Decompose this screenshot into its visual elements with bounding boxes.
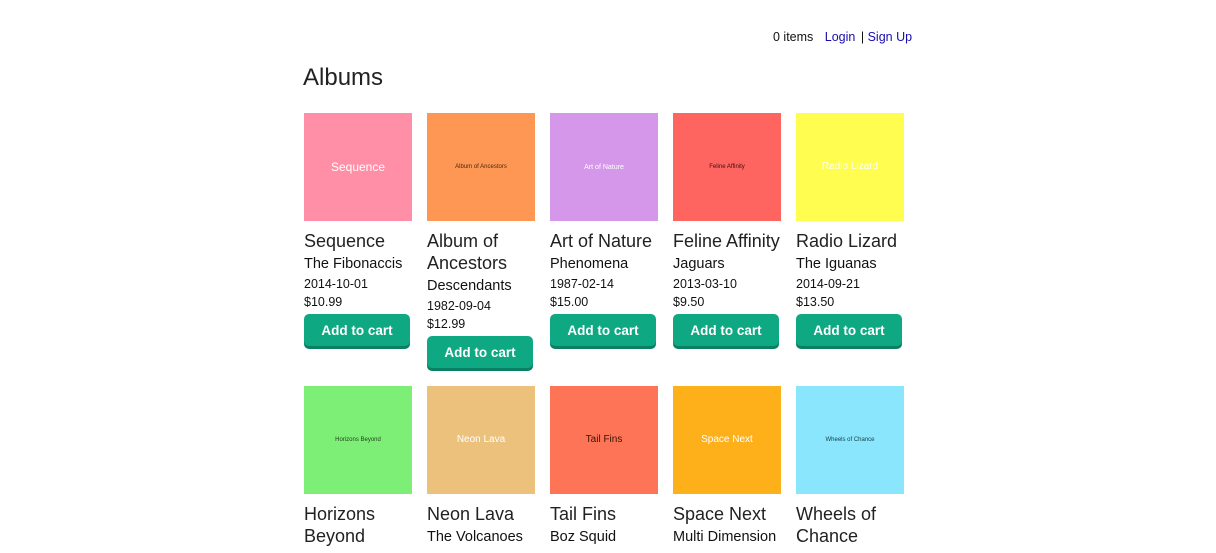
album-title: Sequence: [304, 231, 386, 251]
album-cover-image[interactable]: Horizons Beyond: [304, 386, 412, 494]
album-price: $9.50: [673, 295, 705, 309]
album-price: $12.99: [427, 317, 466, 331]
login-link[interactable]: Login: [825, 30, 856, 44]
album-title: Feline Affinity: [673, 231, 780, 251]
album-cover-image[interactable]: Tail Fins: [550, 386, 658, 494]
album-cover-text: Horizons Beyond: [335, 437, 381, 443]
page: 0 items Login | Sign Up Albums Sequence …: [0, 0, 1216, 553]
album-price: $15.00: [550, 295, 589, 309]
album-card: Horizons Beyond Horizons Beyond: [304, 386, 412, 548]
album-cover-image[interactable]: Wheels of Chance: [796, 386, 904, 494]
album-price: $13.50: [796, 295, 835, 309]
album-cover-text: Sequence: [330, 160, 386, 174]
album-title: Horizons Beyond: [304, 504, 376, 546]
album-title: Album of Ancestors: [427, 231, 508, 273]
signup-link[interactable]: Sign Up: [868, 30, 912, 44]
add-to-cart-button[interactable]: Add to cart: [673, 314, 779, 346]
album-card: Wheels of Chance Wheels of Chance: [796, 386, 904, 548]
album-card: Album of Ancestors Album of Ancestors De…: [427, 113, 535, 368]
page-title: Albums: [303, 64, 384, 91]
album-artist: The Volcanoes: [427, 529, 523, 545]
album-cover-image[interactable]: Feline Affinity: [673, 113, 781, 221]
album-artist: Boz Squid: [550, 529, 617, 545]
album-cover-image[interactable]: Space Next: [673, 386, 781, 494]
album-artist: Jaguars: [673, 256, 725, 272]
album-title: Radio Lizard: [796, 231, 898, 251]
album-grid: Sequence Sequence The Fibonaccis 2014-10…: [304, 113, 904, 548]
album-cover-text: Tail Fins: [585, 434, 623, 445]
album-card: Art of Nature Art of Nature Phenomena 19…: [550, 113, 658, 368]
album-release-date: 1982-09-04: [427, 299, 491, 313]
album-cover-image[interactable]: Art of Nature: [550, 113, 658, 221]
album-cover-text: Radio Lizard: [821, 161, 879, 172]
album-title: Tail Fins: [550, 504, 617, 524]
album-cover-text: Album of Ancestors: [455, 164, 507, 170]
nav-separator: |: [860, 30, 865, 44]
album-card: Radio Lizard Radio Lizard The Iguanas 20…: [796, 113, 904, 368]
album-card: Neon Lava Neon Lava The Volcanoes: [427, 386, 535, 548]
album-card: Feline Affinity Feline Affinity Jaguars …: [673, 113, 781, 368]
album-release-date: 2013-03-10: [673, 277, 737, 291]
album-cover-text: Neon Lava: [456, 434, 506, 445]
top-nav: 0 items Login | Sign Up: [773, 30, 912, 44]
album-title: Neon Lava: [427, 504, 515, 524]
album-cover-text: Wheels of Chance: [825, 437, 875, 443]
album-title: Wheels of Chance: [796, 504, 877, 546]
album-artist: The Fibonaccis: [304, 256, 403, 272]
album-artist: Phenomena: [550, 256, 629, 272]
album-release-date: 2014-10-01: [304, 277, 368, 291]
album-cover-image[interactable]: Neon Lava: [427, 386, 535, 494]
album-cover-text: Feline Affinity: [709, 164, 745, 170]
album-card: Space Next Space Next Multi Dimension: [673, 386, 781, 548]
add-to-cart-button[interactable]: Add to cart: [427, 336, 533, 368]
album-cover-text: Art of Nature: [584, 163, 624, 171]
album-title: Art of Nature: [550, 231, 653, 251]
album-cover-image[interactable]: Radio Lizard: [796, 113, 904, 221]
album-card: Sequence Sequence The Fibonaccis 2014-10…: [304, 113, 412, 368]
album-artist: Descendants: [427, 278, 512, 294]
album-cover-image[interactable]: Album of Ancestors: [427, 113, 535, 221]
album-title: Space Next: [673, 504, 767, 524]
album-cover-image[interactable]: Sequence: [304, 113, 412, 221]
album-cover-text: Space Next: [701, 434, 753, 445]
album-artist: Multi Dimension: [673, 529, 777, 545]
add-to-cart-button[interactable]: Add to cart: [304, 314, 410, 346]
cart-count[interactable]: 0 items: [773, 30, 813, 44]
add-to-cart-button[interactable]: Add to cart: [796, 314, 902, 346]
album-release-date: 2014-09-21: [796, 277, 860, 291]
album-release-date: 1987-02-14: [550, 277, 614, 291]
album-card: Tail Fins Tail Fins Boz Squid: [550, 386, 658, 548]
album-artist: The Iguanas: [796, 256, 877, 272]
add-to-cart-button[interactable]: Add to cart: [550, 314, 656, 346]
album-price: $10.99: [304, 295, 343, 309]
